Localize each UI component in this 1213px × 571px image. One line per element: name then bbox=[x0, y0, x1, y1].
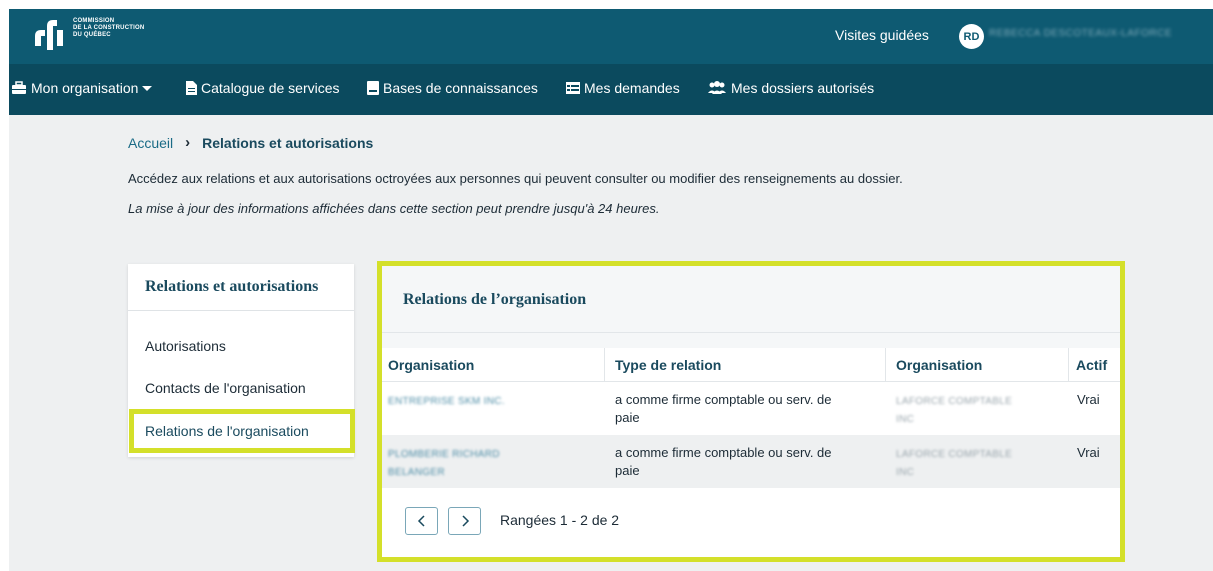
chevron-left-icon bbox=[417, 515, 425, 527]
nav-label-mes-demandes: Mes demandes bbox=[584, 80, 680, 96]
active-value: Vrai bbox=[1077, 445, 1100, 460]
logo-mark-icon bbox=[31, 16, 67, 54]
next-page-button[interactable] bbox=[448, 507, 481, 535]
user-name[interactable]: REBECCA DESCOTEAUX-LAFORCE bbox=[989, 28, 1172, 39]
relation-type: a comme firme comptable ou serv. de paie bbox=[615, 444, 832, 480]
nav-label-mon-organisation: Mon organisation bbox=[31, 80, 139, 96]
breadcrumb-home-link[interactable]: Accueil bbox=[128, 135, 173, 151]
nav-label-bases: Bases de connaissances bbox=[383, 80, 538, 96]
nav-label-catalogue: Catalogue de services bbox=[201, 80, 340, 96]
panel-title: Relations de l’organisation bbox=[403, 291, 587, 308]
active-value: Vrai bbox=[1077, 392, 1100, 407]
book-icon bbox=[367, 81, 379, 95]
side-item-contacts[interactable]: Contacts de l'organisation bbox=[145, 380, 306, 396]
guided-tours-link[interactable]: Visites guidées bbox=[835, 27, 929, 43]
column-header-organisation[interactable]: Organisation bbox=[388, 357, 474, 373]
side-item-autorisations[interactable]: Autorisations bbox=[145, 338, 226, 354]
organisation-link[interactable]: ENTREPRISE SKM INC. bbox=[388, 393, 505, 411]
update-note: La mise à jour des informations affichée… bbox=[128, 201, 660, 216]
column-header-actif[interactable]: Actif bbox=[1076, 357, 1107, 373]
breadcrumb: Accueil › Relations et autorisations bbox=[128, 134, 373, 151]
nav-item-mon-organisation[interactable]: Mon organisation bbox=[11, 80, 153, 96]
relation-type-line-2: paie bbox=[615, 463, 640, 478]
nav-item-dossiers[interactable]: Mes dossiers autorisés bbox=[707, 80, 874, 96]
nav-label-dossiers: Mes dossiers autorisés bbox=[731, 80, 875, 96]
page: COMMISSION DE LA CONSTRUCTION DU QUÉBEC … bbox=[9, 9, 1213, 571]
briefcase-icon bbox=[12, 81, 26, 94]
chevron-down-icon bbox=[142, 85, 153, 91]
nav-item-catalogue[interactable]: Catalogue de services bbox=[186, 80, 340, 96]
relation-type-line-2: paie bbox=[615, 410, 640, 425]
organisation-2-line-2: INC bbox=[896, 467, 915, 478]
table-header: Organisation Type de relation Organisati… bbox=[382, 348, 1120, 382]
table-row: ENTREPRISE SKM INC. a comme firme compta… bbox=[382, 382, 1120, 435]
main-nav: Mon organisation Catalogue de services B… bbox=[9, 64, 1213, 115]
relation-type-line-1: a comme firme comptable ou serv. de bbox=[615, 445, 832, 460]
column-header-type[interactable]: Type de relation bbox=[615, 357, 721, 373]
column-header-organisation-2[interactable]: Organisation bbox=[896, 357, 982, 373]
document-icon bbox=[186, 81, 197, 95]
breadcrumb-current: Relations et autorisations bbox=[202, 134, 374, 151]
organisation-line-2: BELANGER bbox=[388, 467, 445, 478]
logo-line-3: DU QUÉBEC bbox=[73, 32, 111, 38]
logo-text: COMMISSION DE LA CONSTRUCTION DU QUÉBEC bbox=[73, 18, 144, 39]
relation-type: a comme firme comptable ou serv. de paie bbox=[615, 391, 832, 427]
column-divider bbox=[885, 348, 886, 382]
nav-item-mes-demandes[interactable]: Mes demandes bbox=[566, 80, 680, 96]
logo-line-2: DE LA CONSTRUCTION bbox=[73, 25, 145, 31]
chevron-right-icon: › bbox=[185, 134, 191, 151]
relation-type-line-1: a comme firme comptable ou serv. de bbox=[615, 392, 832, 407]
organisation-2-line-1: LAFORCE COMPTABLE bbox=[896, 396, 1013, 407]
column-divider bbox=[1068, 348, 1069, 382]
organisation-line-1: PLOMBERIE RICHARD bbox=[388, 449, 500, 460]
table-row: PLOMBERIE RICHARD BELANGER a comme firme… bbox=[382, 435, 1120, 488]
panel-header: Relations de l’organisation bbox=[382, 266, 1120, 333]
previous-page-button[interactable] bbox=[405, 507, 438, 535]
organisation-2-line-1: LAFORCE COMPTABLE bbox=[896, 449, 1013, 460]
logo-line-1: COMMISSION bbox=[73, 18, 115, 24]
ccq-logo[interactable]: COMMISSION DE LA CONSTRUCTION DU QUÉBEC bbox=[31, 16, 144, 54]
table-footer: Rangées 1 - 2 de 2 bbox=[382, 488, 1120, 557]
top-bar: COMMISSION DE LA CONSTRUCTION DU QUÉBEC … bbox=[9, 9, 1213, 64]
side-menu-title: Relations et autorisations bbox=[128, 264, 354, 311]
relations-table: Organisation Type de relation Organisati… bbox=[382, 348, 1120, 488]
organisation-2: LAFORCE COMPTABLE INC bbox=[896, 393, 1012, 429]
organisation-2-line-2: INC bbox=[896, 414, 915, 425]
list-icon bbox=[566, 82, 580, 94]
relations-panel: Relations de l’organisation Organisation… bbox=[377, 261, 1125, 562]
avatar[interactable]: RD bbox=[959, 24, 984, 49]
chevron-right-icon bbox=[461, 515, 469, 527]
users-icon bbox=[708, 81, 726, 94]
pagination-range: Rangées 1 - 2 de 2 bbox=[500, 512, 620, 528]
column-divider bbox=[604, 348, 605, 382]
highlight-box-side bbox=[129, 409, 355, 453]
organisation-2: LAFORCE COMPTABLE INC bbox=[896, 446, 1012, 482]
organisation-link[interactable]: PLOMBERIE RICHARD BELANGER bbox=[388, 446, 500, 482]
intro-text: Accédez aux relations et aux autorisatio… bbox=[128, 171, 903, 186]
nav-item-bases[interactable]: Bases de connaissances bbox=[367, 80, 538, 96]
